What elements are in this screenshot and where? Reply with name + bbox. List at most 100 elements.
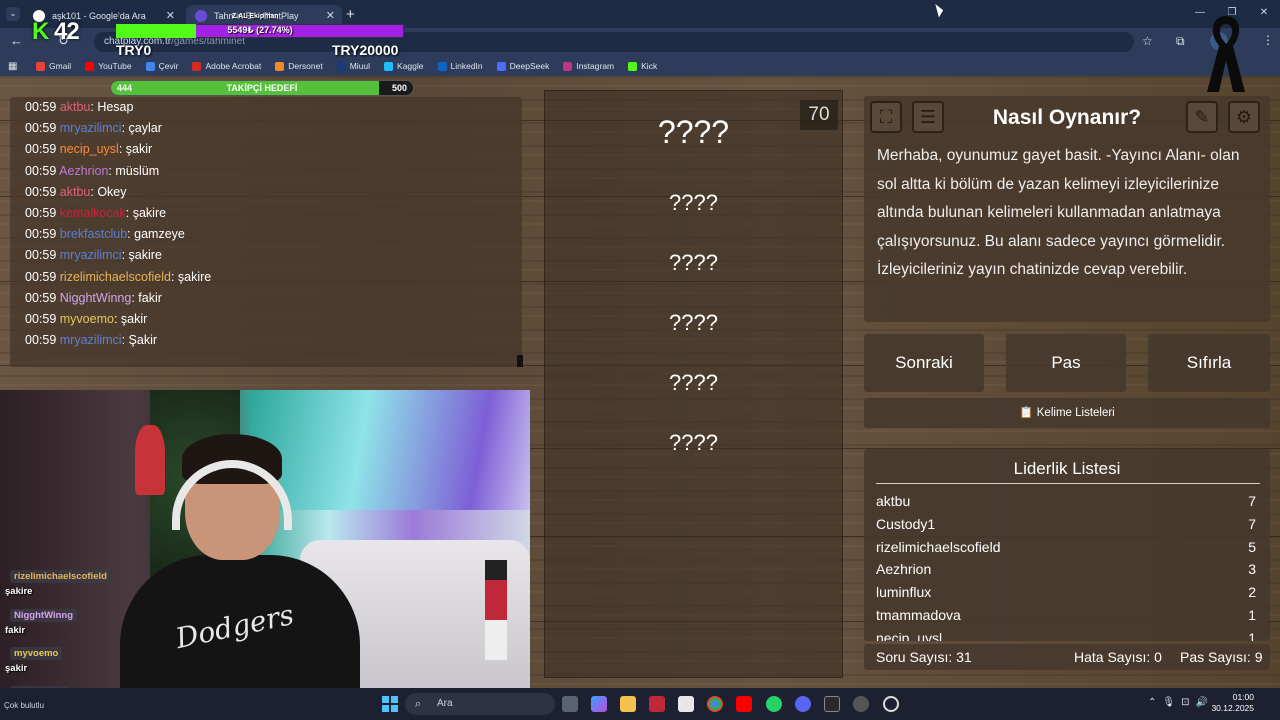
- overlay-chat-text: fakir: [5, 624, 26, 636]
- weather-text: Çok bulutlu: [4, 701, 45, 710]
- player-name: aktbu: [876, 493, 911, 509]
- whatsapp-icon[interactable]: [766, 696, 782, 712]
- stats-bar: Soru Sayısı: 31 Hata Sayısı: 0 Pas Sayıs…: [864, 644, 1270, 670]
- bookmark-item[interactable]: Instagram: [563, 61, 614, 71]
- chat-username[interactable]: kemalkocak: [60, 206, 126, 220]
- chat-username[interactable]: mryazilimci: [60, 248, 122, 262]
- bookmark-item[interactable]: DeepSeek: [496, 61, 549, 71]
- chrome-icon[interactable]: [707, 696, 723, 712]
- player-score: 2: [1248, 584, 1256, 601]
- follower-goal-label: TAKİPÇİ HEDEFİ: [226, 83, 298, 93]
- chat-time: 00:59: [25, 121, 57, 136]
- forbidden-word: ????: [669, 190, 718, 215]
- close-tab-icon[interactable]: ✕: [326, 8, 335, 25]
- app-circle-icon[interactable]: [883, 696, 899, 712]
- bookmark-item[interactable]: Gmail: [36, 61, 71, 71]
- chat-username[interactable]: NigghtWinng: [60, 291, 132, 305]
- apps-grid-icon[interactable]: ▦: [8, 61, 17, 72]
- tab-search-button[interactable]: ⌄: [6, 7, 20, 21]
- taskbar-search[interactable]: ⌕ Ara: [405, 693, 555, 715]
- chat-username[interactable]: necip_uysl: [60, 142, 119, 156]
- bookmark-item[interactable]: Kick: [628, 61, 657, 71]
- store-icon[interactable]: [678, 696, 694, 712]
- capcut-icon[interactable]: [824, 696, 840, 712]
- app-icon[interactable]: [649, 696, 665, 712]
- chat-scrollbar[interactable]: [517, 355, 523, 367]
- chatplay-icon: [195, 10, 207, 22]
- bookmark-item[interactable]: Çevir: [145, 61, 178, 71]
- forbidden-word: ????: [669, 430, 718, 455]
- file-explorer-icon[interactable]: [620, 696, 636, 712]
- leaderboard-panel: Liderlik Listesi aktbu 7 Custody1 7 rizelimi…: [864, 449, 1270, 641]
- chat-username[interactable]: aktbu: [60, 185, 91, 199]
- player-name: tmammadova: [876, 607, 961, 623]
- discord-icon[interactable]: [795, 696, 811, 712]
- chat-text: Şakir: [128, 333, 158, 348]
- overlay-chat-text: şakir: [5, 663, 28, 674]
- youtube-icon[interactable]: [736, 696, 752, 712]
- chat-username[interactable]: mryazilimci: [60, 333, 122, 347]
- extensions-icon[interactable]: ⧉: [1176, 34, 1185, 49]
- bookmark-label: Instagram: [576, 61, 615, 71]
- taskbar: [0, 688, 1280, 720]
- copilot-icon[interactable]: [591, 696, 607, 712]
- word-lists-button[interactable]: 📋 Kelime Listeleri: [864, 398, 1270, 428]
- pass-count: Pas Sayısı: 9: [1180, 649, 1263, 665]
- bookmark-item[interactable]: Dersonet: [275, 61, 323, 71]
- search-icon: ⌕: [415, 698, 422, 710]
- player-name: luminflux: [876, 584, 932, 601]
- chat-message: 00:59 brekfastclub: gamzeye: [25, 227, 185, 242]
- chat-time: 00:59: [25, 269, 57, 284]
- player-name: Custody1: [876, 515, 936, 532]
- leaderboard-row: rizelimichaelscofield 5: [876, 539, 1256, 555]
- chat-text: şakir: [125, 142, 153, 157]
- chat-text: şakire: [132, 206, 167, 220]
- chat-text: müslüm: [115, 163, 160, 178]
- follower-goal-bar: TAKİPÇİ HEDEFİ 444 500: [110, 80, 414, 96]
- chat-text: şakir: [120, 312, 148, 326]
- webcam-feed: Dodgers: [0, 390, 530, 688]
- bookmark-icon: [437, 61, 447, 71]
- next-button[interactable]: Sonraki: [864, 334, 984, 392]
- obs-icon[interactable]: [853, 696, 869, 712]
- player-score: 3: [1248, 561, 1256, 578]
- bookmark-icon: [85, 61, 95, 71]
- bookmark-item[interactable]: LinkedIn: [437, 61, 483, 71]
- system-tray-icons[interactable]: ⌃🎙⊡🔊: [1148, 697, 1214, 708]
- close-window-button[interactable]: ✕: [1248, 0, 1280, 28]
- menu-icon[interactable]: ⋮: [1262, 33, 1274, 47]
- bookmark-item[interactable]: Adobe Acrobat: [192, 61, 261, 71]
- chat-username[interactable]: mryazilimci: [60, 121, 122, 135]
- overlay-chat-username: myvoemo: [10, 647, 63, 660]
- clock[interactable]: 01:00 30.12.2025: [1211, 692, 1254, 714]
- donation-goal-title: Z.AL Ekipman: [232, 13, 279, 20]
- back-button[interactable]: ←: [10, 33, 23, 48]
- new-tab-button[interactable]: +: [346, 6, 355, 23]
- bookmark-star-icon[interactable]: ☆: [1142, 34, 1153, 48]
- how-to-play-text: Merhaba, oyunumuz gayet basit. -Yayıncı …: [877, 147, 1240, 278]
- bookmark-icon: [496, 61, 506, 71]
- reset-button[interactable]: Sıfırla: [1148, 334, 1270, 392]
- clipboard-icon: 📋: [1019, 407, 1037, 419]
- chat-username[interactable]: myvoemo: [60, 312, 114, 326]
- leaderboard-row: Custody1 7: [876, 516, 1256, 532]
- bookmark-icon: [275, 61, 285, 71]
- chat-time: 00:59: [25, 333, 57, 348]
- bookmark-icon: [145, 61, 155, 71]
- pass-button[interactable]: Pas: [1006, 334, 1126, 392]
- how-to-play-title: Nasıl Oynanır?: [992, 106, 1142, 129]
- windows-start-icon[interactable]: [382, 696, 398, 712]
- chat-time: 00:59: [25, 312, 57, 326]
- chat-time: 00:59: [25, 184, 57, 199]
- bookmark-item[interactable]: YouTube: [85, 61, 132, 71]
- bookmark-item[interactable]: Miuul: [336, 61, 370, 71]
- chat-username[interactable]: aktbu: [60, 100, 91, 114]
- chat-username[interactable]: Aezhrion: [59, 164, 108, 178]
- word-lists-label: Kelime Listeleri: [1036, 407, 1115, 419]
- chat-username[interactable]: rizelimichaelscofield: [60, 270, 171, 284]
- chat-username[interactable]: brekfastclub: [60, 227, 127, 241]
- close-tab-icon[interactable]: ✕: [166, 8, 175, 25]
- player-name: necip_uysl: [876, 629, 943, 641]
- bookmark-item[interactable]: Kaggle: [384, 61, 424, 71]
- task-view-icon[interactable]: [562, 696, 578, 712]
